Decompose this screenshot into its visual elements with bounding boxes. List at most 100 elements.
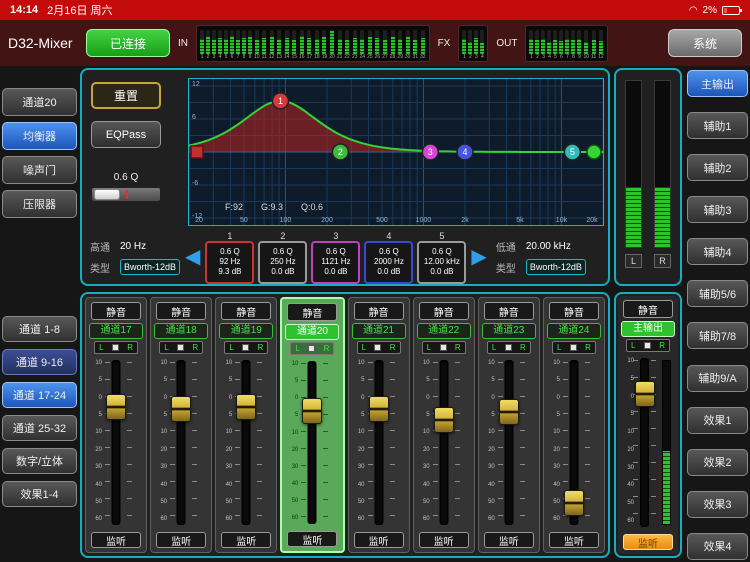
mute-button[interactable]: 静音 bbox=[287, 303, 338, 321]
right-nav-item-9[interactable]: 效果1 bbox=[687, 406, 748, 434]
listen-button[interactable]: 监听 bbox=[623, 534, 673, 550]
meter-number: 20 bbox=[329, 53, 335, 60]
mute-button[interactable]: 静音 bbox=[221, 302, 272, 320]
right-nav-item-7[interactable]: 辅助7/8 bbox=[687, 322, 748, 350]
listen-button[interactable]: 监听 bbox=[91, 532, 142, 548]
band-prev-arrow[interactable]: ◀ bbox=[185, 247, 200, 267]
pan-indicator bbox=[439, 344, 447, 351]
main-output-strip[interactable]: 静音主输出 LR 10505102030405060 监听 bbox=[618, 296, 678, 554]
hp-value[interactable]: 20 Hz bbox=[120, 241, 180, 252]
eqpass-button[interactable]: EQPass bbox=[91, 121, 161, 148]
pan-control[interactable]: LR bbox=[551, 341, 596, 354]
fader-knob[interactable] bbox=[302, 397, 323, 424]
right-nav-item-10[interactable]: 效果2 bbox=[687, 448, 748, 476]
pan-control[interactable]: LR bbox=[356, 341, 401, 354]
mute-button[interactable]: 静音 bbox=[353, 302, 404, 320]
left-nav-bottom-item-1[interactable]: 通道 1-8 bbox=[2, 316, 77, 342]
left-nav-bottom-item-2[interactable]: 通道 9-16 bbox=[2, 349, 77, 375]
fader-scale-label: 5 bbox=[295, 412, 299, 419]
left-nav-bottom-item-6[interactable]: 效果1-4 bbox=[2, 481, 77, 507]
right-nav-item-3[interactable]: 辅助2 bbox=[687, 154, 748, 182]
right-nav-item-6[interactable]: 辅助5/6 bbox=[687, 280, 748, 308]
right-nav-item-11[interactable]: 效果3 bbox=[687, 490, 748, 518]
right-nav-item-5[interactable]: 辅助4 bbox=[687, 238, 748, 266]
left-nav-top-item-4[interactable]: 压限器 bbox=[2, 190, 77, 218]
left-nav-top-item-3[interactable]: 噪声门 bbox=[2, 156, 77, 184]
fader-knob[interactable] bbox=[433, 407, 454, 434]
mute-button[interactable]: 静音 bbox=[623, 300, 673, 318]
pan-control[interactable]: LR bbox=[626, 339, 670, 352]
meter-column: 5 bbox=[224, 29, 228, 60]
left-nav-top-item-2[interactable]: 均衡器 bbox=[2, 122, 77, 150]
highpass-marker[interactable] bbox=[190, 145, 204, 159]
mute-button[interactable]: 静音 bbox=[91, 302, 142, 320]
level-meter bbox=[541, 29, 546, 54]
fader-knob[interactable] bbox=[498, 398, 519, 425]
eq-reset-button[interactable]: 重置 bbox=[91, 82, 161, 109]
listen-button[interactable]: 监听 bbox=[483, 532, 534, 548]
channel-strip[interactable]: 静音 通道23 L R 10 5 0 5 10 20 30 40 50 60 监听 bbox=[477, 297, 540, 553]
pan-control[interactable]: LR bbox=[421, 341, 466, 354]
meter-column: 11 bbox=[262, 29, 267, 60]
lowpass-marker[interactable] bbox=[586, 144, 602, 160]
listen-button[interactable]: 监听 bbox=[418, 532, 469, 548]
channel-strip[interactable]: 静音 通道18 L R 10 5 0 5 10 20 30 40 50 60 监听 bbox=[150, 297, 213, 553]
mute-button[interactable]: 静音 bbox=[483, 302, 534, 320]
mute-button[interactable]: 静音 bbox=[548, 302, 599, 320]
pan-control[interactable]: LR bbox=[94, 341, 139, 354]
channel-strip[interactable]: 静音 通道17 L R 10 5 0 5 10 20 30 40 50 60 监听 bbox=[85, 297, 148, 553]
left-nav-bottom-item-4[interactable]: 通道 25-32 bbox=[2, 415, 77, 441]
hp-type-select[interactable]: Bworth-12dB bbox=[120, 259, 181, 275]
q-slider[interactable] bbox=[91, 187, 161, 202]
fader-knob[interactable] bbox=[635, 381, 655, 408]
channel-strip[interactable]: 静音 通道20 L R 10 5 0 5 10 20 30 40 50 60 监听 bbox=[280, 297, 345, 553]
eq-band-button-4[interactable]: 0.6 Q 2000 Hz 0.0 dB bbox=[364, 240, 414, 284]
listen-button[interactable]: 监听 bbox=[548, 532, 599, 548]
fader-knob[interactable] bbox=[563, 490, 584, 517]
listen-button[interactable]: 监听 bbox=[156, 532, 207, 548]
pan-control[interactable]: LR bbox=[290, 342, 335, 355]
connect-button[interactable]: 已连接 bbox=[86, 29, 170, 57]
band-freq-value: 250 Hz bbox=[270, 257, 296, 266]
fader-knob[interactable] bbox=[171, 395, 192, 422]
level-meter bbox=[584, 29, 589, 54]
eq-band-button-3[interactable]: 0.6 Q 1121 Hz 0.0 dB bbox=[311, 240, 361, 284]
eq-band-button-2[interactable]: 0.6 Q 250 Hz 0.0 dB bbox=[258, 240, 308, 284]
q-slider-handle[interactable] bbox=[94, 189, 120, 200]
pan-right-label: R bbox=[454, 343, 461, 352]
pan-left-label: L bbox=[99, 343, 104, 352]
pan-control[interactable]: LR bbox=[486, 341, 531, 354]
system-button[interactable]: 系统 bbox=[668, 29, 742, 57]
channel-strip[interactable]: 静音 通道19 L R 10 5 0 5 10 20 30 40 50 60 监听 bbox=[215, 297, 278, 553]
fader: 10505102030405060 bbox=[620, 354, 676, 531]
channel-strip[interactable]: 静音 通道22 L R 10 5 0 5 10 20 30 40 50 60 监听 bbox=[412, 297, 475, 553]
eq-band-button-1[interactable]: 0.6 Q 92 Hz 9.3 dB bbox=[205, 240, 255, 284]
fader-knob[interactable] bbox=[236, 394, 257, 421]
eq-graph[interactable]: 12345 F:92 G:9.3 Q:0.6 20 50 100 200 500 1000… bbox=[188, 78, 604, 226]
pan-control[interactable]: LR bbox=[224, 341, 269, 354]
mute-button[interactable]: 静音 bbox=[418, 302, 469, 320]
right-nav-item-1[interactable]: 主输出 bbox=[687, 70, 748, 97]
channel-strip[interactable]: 静音 通道24 L R 10 5 0 5 10 20 30 40 50 60 监听 bbox=[542, 297, 605, 553]
mute-button[interactable]: 静音 bbox=[156, 302, 207, 320]
right-nav-item-2[interactable]: 辅助1 bbox=[687, 112, 748, 140]
fader-knob[interactable] bbox=[106, 394, 127, 421]
left-nav-bottom-item-3[interactable]: 通道 17-24 bbox=[2, 382, 77, 408]
right-nav-item-8[interactable]: 辅助9/A bbox=[687, 364, 748, 392]
freq-tick-label: 500 bbox=[376, 217, 388, 224]
lp-type-select[interactable]: Bworth-12dB bbox=[525, 259, 586, 275]
eq-band-button-5[interactable]: 0.6 Q 12.00 kHz 0.0 dB bbox=[417, 240, 467, 284]
fader-knob[interactable] bbox=[368, 395, 389, 422]
listen-button[interactable]: 监听 bbox=[221, 532, 272, 548]
channel-label: 主输出 bbox=[621, 321, 675, 337]
channel-strip[interactable]: 静音 通道21 L R 10 5 0 5 10 20 30 40 50 60 监听 bbox=[347, 297, 410, 553]
left-nav-bottom-item-5[interactable]: 数字/立体 bbox=[2, 448, 77, 474]
listen-button[interactable]: 监听 bbox=[287, 531, 338, 547]
lp-value[interactable]: 20.00 kHz bbox=[526, 241, 586, 252]
pan-control[interactable]: LR bbox=[159, 341, 204, 354]
right-nav-item-4[interactable]: 辅助3 bbox=[687, 196, 748, 224]
right-nav-item-12[interactable]: 效果4 bbox=[687, 532, 748, 560]
band-next-arrow[interactable]: ▶ bbox=[471, 247, 486, 267]
listen-button[interactable]: 监听 bbox=[353, 532, 404, 548]
left-nav-top-item-1[interactable]: 通道20 bbox=[2, 88, 77, 116]
